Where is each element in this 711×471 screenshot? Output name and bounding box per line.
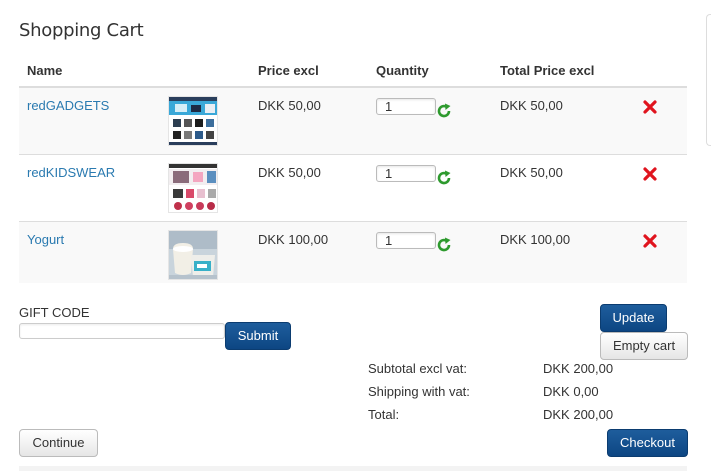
product-thumbnail-yogurt[interactable] [168, 229, 218, 280]
table-row: redGADGETS DKK 50,00 1 DKK 50,00 [19, 86, 687, 154]
row-total: DKK 50,00 [492, 86, 632, 154]
cart-header-row: Name Price excl Quantity Total Price exc… [19, 55, 687, 88]
product-link-yogurt[interactable]: Yogurt [27, 232, 64, 247]
subtotal-label: Subtotal excl vat: [368, 361, 467, 376]
update-button[interactable]: Update [600, 304, 667, 332]
row-total: DKK 50,00 [492, 153, 632, 221]
subtotal-value: DKK 200,00 [543, 361, 614, 376]
product-thumbnail-redkidswear[interactable] [168, 162, 218, 213]
remove-icon[interactable] [643, 166, 657, 181]
refresh-icon[interactable] [436, 170, 452, 186]
page-title: Shopping Cart [19, 20, 144, 41]
product-link-redgadgets[interactable]: redGADGETS [27, 98, 109, 113]
remove-icon[interactable] [643, 100, 657, 114]
total-value: DKK 200,00 [543, 407, 614, 422]
row-price: DKK 50,00 [250, 153, 368, 221]
empty-cart-button[interactable]: Empty cart [600, 332, 688, 360]
gift-code-label: GIFT CODE [19, 305, 90, 320]
product-thumbnail-redgadgets[interactable] [168, 96, 218, 146]
header-image [160, 55, 250, 88]
shipping-value: DKK 0,00 [543, 384, 599, 399]
header-name: Name [19, 55, 160, 88]
shipping-label: Shipping with vat: [368, 384, 470, 399]
quantity-input[interactable] [376, 164, 436, 182]
refresh-icon[interactable] [436, 237, 452, 253]
table-row: redKIDSWEAR DKK 50,00 1 DKK 50,00 [19, 153, 687, 221]
submit-button[interactable]: Submit [225, 322, 291, 350]
gift-code-input[interactable] [19, 323, 225, 339]
header-price: Price excl [250, 55, 368, 88]
cart-totals: Subtotal excl vat: DKK 200,00 Shipping w… [368, 360, 668, 429]
header-remove [632, 55, 687, 88]
total-label: Total: [368, 407, 400, 422]
continue-button[interactable]: Continue [19, 429, 98, 457]
product-link-redkidswear[interactable]: redKIDSWEAR [27, 165, 115, 180]
header-total: Total Price excl [492, 55, 632, 88]
remove-icon[interactable] [643, 233, 657, 248]
quantity-input[interactable] [376, 98, 436, 115]
row-price: DKK 50,00 [250, 86, 368, 154]
table-row: Yogurt DKK 100,00 1 DKK 100,00 [19, 220, 687, 283]
header-quantity: Quantity [368, 55, 492, 88]
row-price: DKK 100,00 [250, 220, 368, 283]
cart-table: Name Price excl Quantity Total Price exc… [19, 55, 687, 283]
footer-bar [19, 466, 687, 471]
quantity-input[interactable] [376, 231, 436, 249]
side-panel-edge [706, 14, 711, 146]
refresh-icon[interactable] [436, 103, 452, 119]
checkout-button[interactable]: Checkout [607, 429, 688, 457]
row-total: DKK 100,00 [492, 220, 632, 283]
